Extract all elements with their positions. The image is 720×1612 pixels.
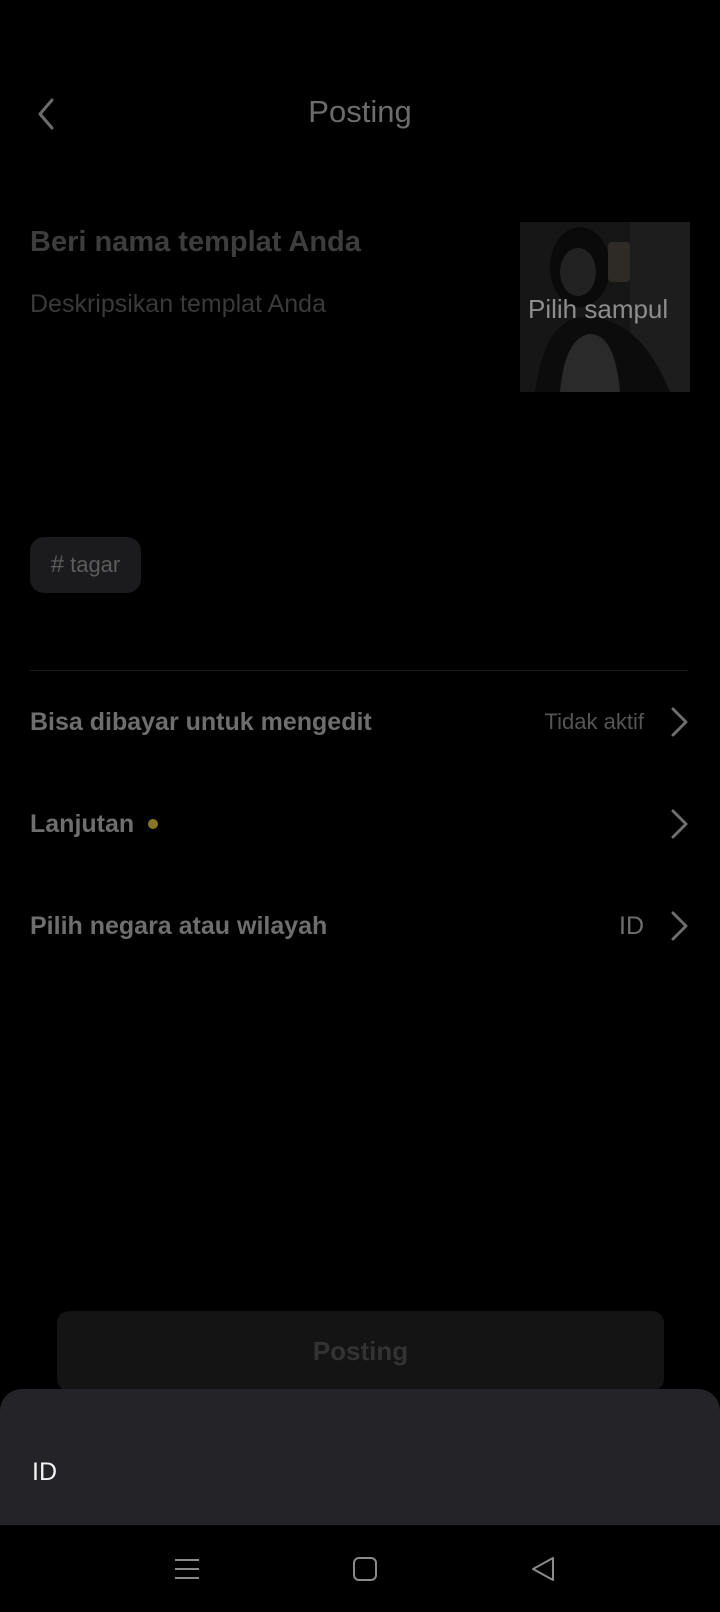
chevron-right-icon	[668, 909, 690, 943]
settings-row-value: Tidak aktif	[544, 709, 644, 734]
settings-row-label: Lanjutan	[30, 809, 135, 838]
notification-dot	[148, 819, 159, 829]
system-navigation-bar	[0, 1525, 720, 1612]
cover-picker[interactable]: Pilih sampul	[520, 222, 690, 392]
template-name-input[interactable]: Beri nama templat Anda	[30, 226, 361, 259]
home-square-icon[interactable]	[347, 1551, 383, 1587]
settings-row-label: Bisa dibayar untuk mengedit	[30, 707, 372, 736]
settings-row-paid-edit[interactable]: Bisa dibayar untuk mengedit Tidak aktif	[30, 692, 690, 752]
settings-row-value: ID	[619, 911, 644, 940]
settings-row-advanced[interactable]: Lanjutan	[30, 794, 690, 854]
hashtag-label: tagar	[70, 552, 121, 577]
settings-row-label: Pilih negara atau wilayah	[30, 911, 328, 940]
hashtag-icon: #	[50, 551, 65, 578]
settings-row-region[interactable]: Pilih negara atau wilayah ID	[30, 896, 690, 956]
page-title: Posting	[308, 94, 412, 129]
divider	[30, 670, 688, 671]
hashtag-chip[interactable]: # tagar	[30, 537, 141, 593]
chevron-right-icon	[668, 807, 690, 841]
post-button[interactable]: Posting	[57, 1311, 664, 1391]
back-triangle-icon[interactable]	[525, 1551, 561, 1587]
chevron-right-icon	[668, 705, 690, 739]
region-picker-sheet	[0, 1389, 720, 1525]
menu-icon[interactable]	[169, 1551, 205, 1587]
template-description-input[interactable]: Deskripsikan templat Anda	[30, 290, 326, 319]
region-option[interactable]: ID	[32, 1458, 57, 1487]
cover-label: Pilih sampul	[528, 294, 669, 324]
